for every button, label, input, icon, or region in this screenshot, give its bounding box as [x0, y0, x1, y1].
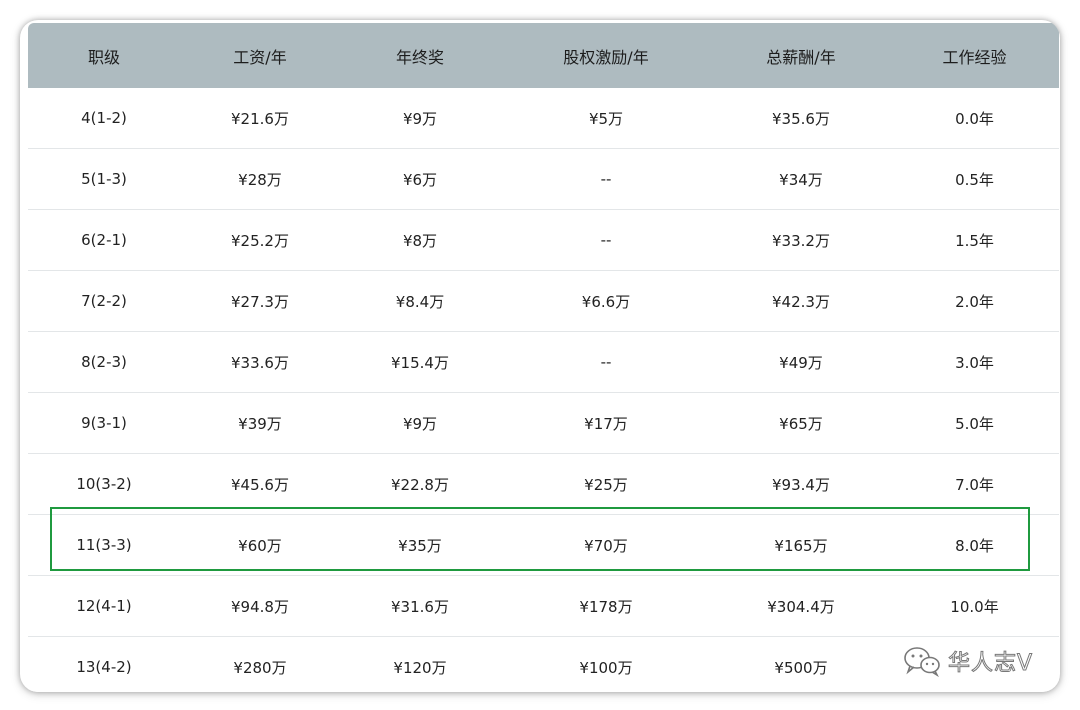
header-salary: 工资/年 [233, 47, 287, 67]
header-equity: 股权激励/年 [563, 47, 649, 67]
cell-total: ¥93.4万 [772, 475, 830, 494]
cell-salary: ¥28万 [238, 170, 282, 189]
cell-experience: 0.0年 [955, 109, 994, 128]
table-row: 9(3-1) ¥39万 ¥9万 ¥17万 ¥65万 5.0年 [28, 393, 1059, 454]
cell-salary: ¥27.3万 [231, 292, 289, 311]
cell-equity: -- [600, 231, 612, 249]
cell-level: 12(4-1) [76, 597, 132, 615]
cell-level: 4(1-2) [81, 109, 127, 127]
cell-experience: 5.0年 [955, 414, 994, 433]
cell-salary: ¥21.6万 [231, 109, 289, 128]
cell-total: ¥49万 [779, 353, 823, 372]
table-row: 8(2-3) ¥33.6万 ¥15.4万 -- ¥49万 3.0年 [28, 332, 1059, 393]
table-row: 4(1-2) ¥21.6万 ¥9万 ¥5万 ¥35.6万 0.0年 [28, 88, 1059, 149]
salary-table: 职级 工资/年 年终奖 股权激励/年 总薪酬/年 工作经验 4(1-2) ¥21… [28, 23, 1059, 692]
cell-salary: ¥39万 [238, 414, 282, 433]
cell-equity: ¥100万 [579, 658, 633, 677]
table-row: 10(3-2) ¥45.6万 ¥22.8万 ¥25万 ¥93.4万 7.0年 [28, 454, 1059, 515]
cell-level: 7(2-2) [81, 292, 127, 310]
header-total: 总薪酬/年 [766, 47, 836, 67]
cell-equity: ¥25万 [584, 475, 628, 494]
cell-level: 9(3-1) [81, 414, 127, 432]
cell-bonus: ¥35万 [398, 536, 442, 555]
cell-salary: ¥25.2万 [231, 231, 289, 250]
cell-experience: 10.0年 [950, 597, 999, 616]
watermark: 华人志V [902, 645, 1033, 677]
cell-experience: 0.5年 [955, 170, 994, 189]
cell-experience: 1.5年 [955, 231, 994, 250]
table-row-highlighted: 11(3-3) ¥60万 ¥35万 ¥70万 ¥165万 8.0年 [28, 515, 1059, 576]
watermark-text: 华人志V [947, 651, 1034, 677]
cell-total: ¥304.4万 [767, 597, 835, 616]
cell-salary: ¥33.6万 [231, 353, 289, 372]
table-row: 5(1-3) ¥28万 ¥6万 -- ¥34万 0.5年 [28, 149, 1059, 210]
cell-total: ¥33.2万 [772, 231, 830, 250]
wechat-icon [904, 647, 940, 677]
cell-bonus: ¥31.6万 [391, 597, 449, 616]
cell-equity: ¥6.6万 [581, 292, 631, 311]
table-header-row: 职级 工资/年 年终奖 股权激励/年 总薪酬/年 工作经验 [28, 23, 1059, 88]
cell-bonus: ¥15.4万 [391, 353, 449, 372]
cell-experience: 3.0年 [955, 353, 994, 372]
header-level: 职级 [87, 47, 120, 67]
cell-level: 11(3-3) [76, 536, 132, 554]
table-card: 职级 工资/年 年终奖 股权激励/年 总薪酬/年 工作经验 4(1-2) ¥21… [20, 20, 1060, 692]
cell-total: ¥165万 [774, 536, 828, 555]
cell-level: 6(2-1) [81, 231, 127, 249]
cell-experience: 7.0年 [955, 475, 994, 494]
cell-experience: 8.0年 [955, 536, 994, 555]
cell-level: 8(2-3) [81, 353, 127, 371]
cell-total: ¥35.6万 [772, 109, 830, 128]
cell-equity: ¥178万 [579, 597, 633, 616]
cell-equity: -- [600, 170, 612, 188]
cell-salary: ¥45.6万 [231, 475, 289, 494]
cell-bonus: ¥8.4万 [395, 292, 445, 311]
cell-equity: ¥17万 [584, 414, 628, 433]
cell-total: ¥65万 [779, 414, 823, 433]
cell-salary: ¥60万 [238, 536, 282, 555]
table-row: 6(2-1) ¥25.2万 ¥8万 -- ¥33.2万 1.5年 [28, 210, 1059, 271]
header-experience: 工作经验 [942, 47, 1007, 67]
cell-level: 10(3-2) [76, 475, 132, 493]
cell-equity: ¥70万 [584, 536, 628, 555]
table-row: 7(2-2) ¥27.3万 ¥8.4万 ¥6.6万 ¥42.3万 2.0年 [28, 271, 1059, 332]
cell-bonus: ¥6万 [402, 170, 438, 189]
table-row: 12(4-1) ¥94.8万 ¥31.6万 ¥178万 ¥304.4万 10.0… [28, 576, 1059, 637]
cell-bonus: ¥120万 [393, 658, 447, 677]
cell-bonus: ¥9万 [402, 414, 438, 433]
cell-level: 5(1-3) [81, 170, 127, 188]
cell-bonus: ¥8万 [402, 231, 438, 250]
cell-total: ¥34万 [779, 170, 823, 189]
cell-salary: ¥94.8万 [231, 597, 289, 616]
cell-salary: ¥280万 [233, 658, 287, 677]
cell-equity: -- [600, 353, 612, 371]
cell-bonus: ¥22.8万 [391, 475, 449, 494]
header-bonus: 年终奖 [395, 47, 444, 67]
cell-total: ¥42.3万 [772, 292, 830, 311]
cell-equity: ¥5万 [588, 109, 624, 128]
cell-total: ¥500万 [774, 658, 828, 677]
cell-level: 13(4-2) [76, 658, 132, 676]
cell-experience: 2.0年 [955, 292, 994, 311]
cell-bonus: ¥9万 [402, 109, 438, 128]
